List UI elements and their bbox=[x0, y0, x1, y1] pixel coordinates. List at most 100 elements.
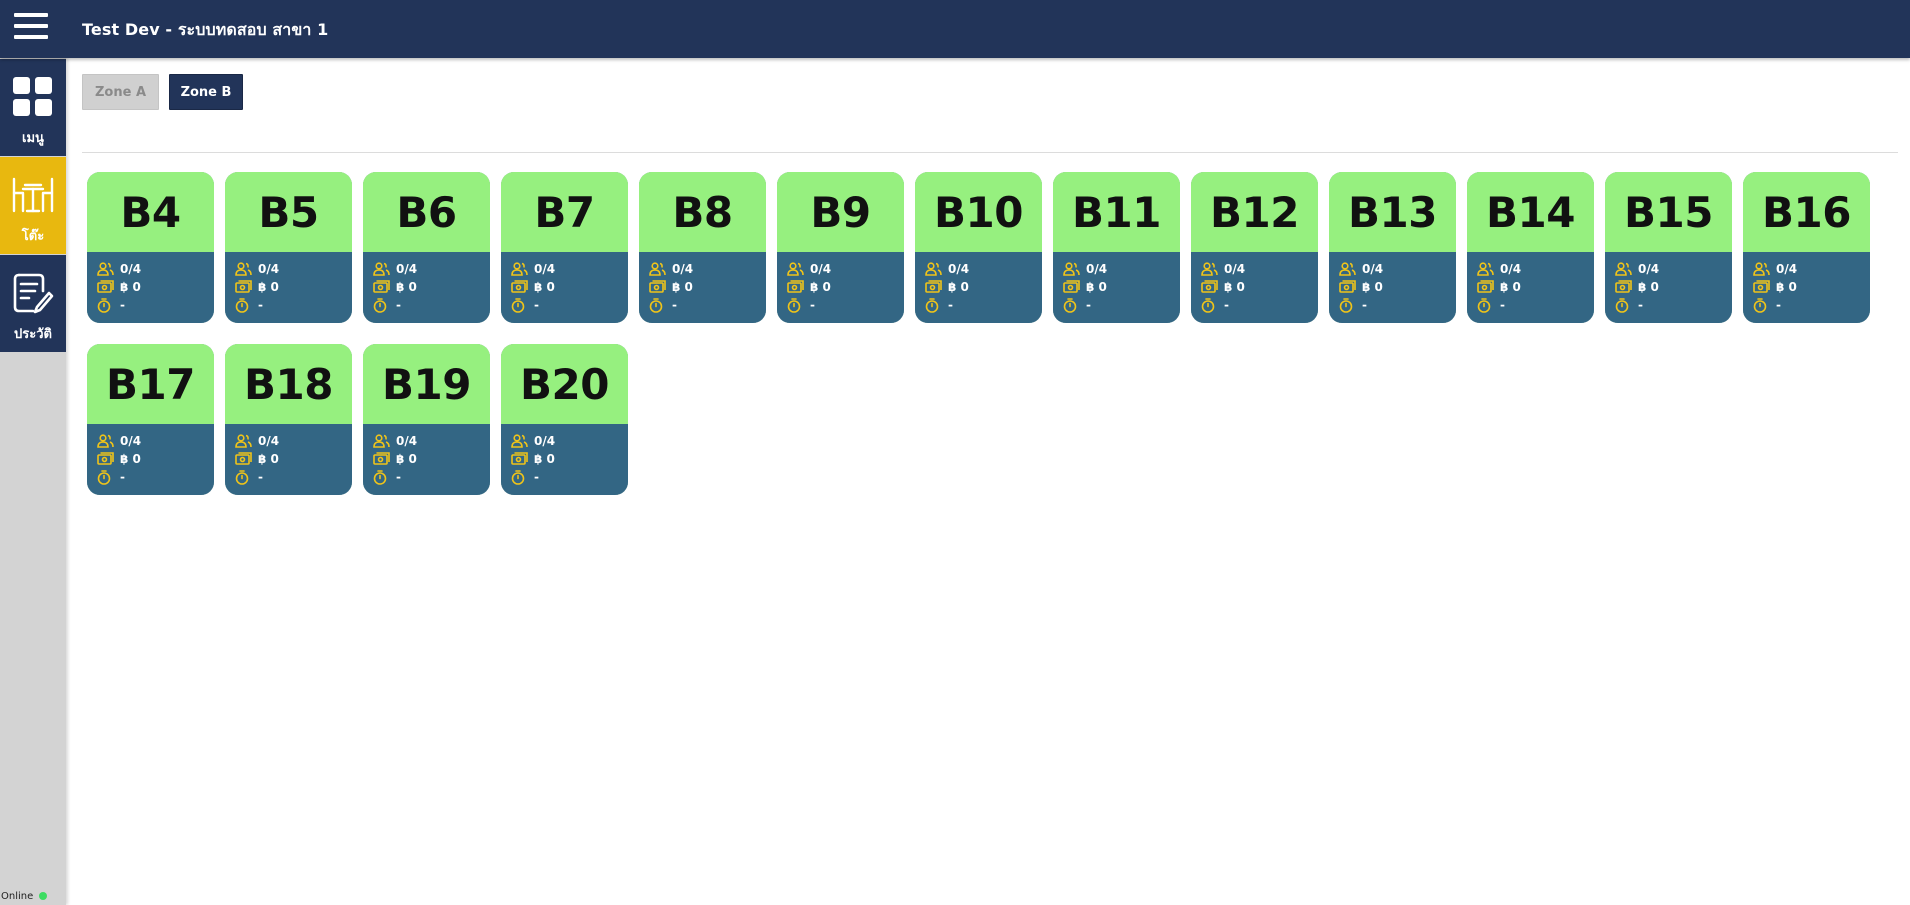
table-card-details: 0/4 ฿ 0 - bbox=[1743, 252, 1870, 323]
timer-icon bbox=[1063, 297, 1077, 313]
bill-amount: ฿ 0 bbox=[1086, 280, 1107, 294]
money-icon bbox=[787, 280, 804, 293]
timer-icon bbox=[1339, 297, 1353, 313]
guests-icon bbox=[373, 262, 390, 276]
table-card-header: B15 bbox=[1605, 172, 1732, 252]
table-card-details: 0/4 ฿ 0 - bbox=[1053, 252, 1180, 323]
sidebar-item-history[interactable]: ประวัติ bbox=[0, 255, 66, 352]
timer-icon bbox=[787, 297, 801, 313]
table-card-header: B13 bbox=[1329, 172, 1456, 252]
table-card-b7[interactable]: B7 0/4 ฿ 0 - bbox=[501, 172, 628, 323]
amount-row: ฿ 0 bbox=[373, 451, 417, 467]
table-card-header: B19 bbox=[363, 344, 490, 424]
table-card-b14[interactable]: B14 0/4 ฿ 0 - bbox=[1467, 172, 1594, 323]
table-card-b4[interactable]: B4 0/4 ฿ 0 - bbox=[87, 172, 214, 323]
table-card-details: 0/4 ฿ 0 - bbox=[1329, 252, 1456, 323]
guests-icon bbox=[1477, 262, 1494, 276]
time-row: - bbox=[511, 469, 539, 485]
timer-icon bbox=[235, 469, 249, 485]
table-card-b9[interactable]: B9 0/4 ฿ 0 - bbox=[777, 172, 904, 323]
table-card-b6[interactable]: B6 0/4 ฿ 0 - bbox=[363, 172, 490, 323]
timer-icon bbox=[511, 469, 525, 485]
elapsed-time: - bbox=[1638, 298, 1643, 312]
bill-amount: ฿ 0 bbox=[258, 452, 279, 466]
timer-icon bbox=[235, 297, 249, 313]
grid-icon bbox=[13, 77, 52, 116]
history-document-icon bbox=[13, 273, 54, 314]
amount-row: ฿ 0 bbox=[787, 279, 831, 295]
sidebar-item-menu[interactable]: เมนู bbox=[0, 59, 66, 156]
guest-count: 0/4 bbox=[1500, 262, 1522, 276]
guests-row: 0/4 bbox=[1615, 261, 1659, 277]
guests-icon bbox=[373, 434, 390, 448]
table-card-b8[interactable]: B8 0/4 ฿ 0 - bbox=[639, 172, 766, 323]
tab-zone-b[interactable]: Zone B bbox=[169, 74, 243, 110]
table-card-header: B9 bbox=[777, 172, 904, 252]
table-card-header: B12 bbox=[1191, 172, 1318, 252]
table-name: B5 bbox=[258, 187, 319, 237]
table-name: B19 bbox=[382, 359, 471, 409]
bill-amount: ฿ 0 bbox=[1638, 280, 1659, 294]
table-name: B6 bbox=[396, 187, 457, 237]
money-icon bbox=[925, 280, 942, 293]
bill-amount: ฿ 0 bbox=[1224, 280, 1245, 294]
timer-icon bbox=[925, 297, 939, 313]
table-name: B7 bbox=[534, 187, 595, 237]
guests-icon bbox=[97, 262, 114, 276]
table-card-b19[interactable]: B19 0/4 ฿ 0 - bbox=[363, 344, 490, 495]
table-card-details: 0/4 ฿ 0 - bbox=[501, 252, 628, 323]
table-card-b10[interactable]: B10 0/4 ฿ 0 - bbox=[915, 172, 1042, 323]
bill-amount: ฿ 0 bbox=[810, 280, 831, 294]
money-icon bbox=[1615, 280, 1632, 293]
table-card-details: 0/4 ฿ 0 - bbox=[777, 252, 904, 323]
table-card-b15[interactable]: B15 0/4 ฿ 0 - bbox=[1605, 172, 1732, 323]
bill-amount: ฿ 0 bbox=[1362, 280, 1383, 294]
guests-row: 0/4 bbox=[511, 433, 555, 449]
sidebar-item-tables[interactable]: โต๊ะ bbox=[0, 157, 66, 254]
time-row: - bbox=[1201, 297, 1229, 313]
elapsed-time: - bbox=[1362, 298, 1367, 312]
table-name: B13 bbox=[1348, 187, 1437, 237]
timer-icon bbox=[373, 297, 387, 313]
amount-row: ฿ 0 bbox=[235, 451, 279, 467]
top-bar: Test Dev - ระบบทดสอบ สาขา 1 bbox=[0, 0, 1910, 58]
elapsed-time: - bbox=[672, 298, 677, 312]
timer-icon bbox=[97, 469, 111, 485]
time-row: - bbox=[235, 297, 263, 313]
table-card-details: 0/4 ฿ 0 - bbox=[225, 424, 352, 495]
table-name: B15 bbox=[1624, 187, 1713, 237]
table-card-b5[interactable]: B5 0/4 ฿ 0 - bbox=[225, 172, 352, 323]
tab-zone-a[interactable]: Zone A bbox=[82, 74, 159, 110]
guests-icon bbox=[97, 434, 114, 448]
amount-row: ฿ 0 bbox=[1201, 279, 1245, 295]
table-card-details: 0/4 ฿ 0 - bbox=[639, 252, 766, 323]
time-row: - bbox=[97, 469, 125, 485]
guests-icon bbox=[925, 262, 942, 276]
amount-row: ฿ 0 bbox=[1615, 279, 1659, 295]
table-card-b12[interactable]: B12 0/4 ฿ 0 - bbox=[1191, 172, 1318, 323]
table-card-b17[interactable]: B17 0/4 ฿ 0 - bbox=[87, 344, 214, 495]
amount-row: ฿ 0 bbox=[235, 279, 279, 295]
elapsed-time: - bbox=[810, 298, 815, 312]
guests-row: 0/4 bbox=[373, 261, 417, 277]
guests-row: 0/4 bbox=[97, 433, 141, 449]
table-card-b18[interactable]: B18 0/4 ฿ 0 - bbox=[225, 344, 352, 495]
table-card-b16[interactable]: B16 0/4 ฿ 0 - bbox=[1743, 172, 1870, 323]
timer-icon bbox=[373, 469, 387, 485]
guests-row: 0/4 bbox=[1339, 261, 1383, 277]
amount-row: ฿ 0 bbox=[1753, 279, 1797, 295]
guests-row: 0/4 bbox=[1477, 261, 1521, 277]
table-card-header: B6 bbox=[363, 172, 490, 252]
online-status-dot bbox=[39, 892, 47, 900]
money-icon bbox=[1477, 280, 1494, 293]
hamburger-menu-icon[interactable] bbox=[14, 13, 48, 43]
elapsed-time: - bbox=[948, 298, 953, 312]
money-icon bbox=[1063, 280, 1080, 293]
time-row: - bbox=[925, 297, 953, 313]
table-card-b11[interactable]: B11 0/4 ฿ 0 - bbox=[1053, 172, 1180, 323]
table-card-b20[interactable]: B20 0/4 ฿ 0 - bbox=[501, 344, 628, 495]
table-card-b13[interactable]: B13 0/4 ฿ 0 - bbox=[1329, 172, 1456, 323]
money-icon bbox=[1339, 280, 1356, 293]
bill-amount: ฿ 0 bbox=[948, 280, 969, 294]
timer-icon bbox=[1753, 297, 1767, 313]
